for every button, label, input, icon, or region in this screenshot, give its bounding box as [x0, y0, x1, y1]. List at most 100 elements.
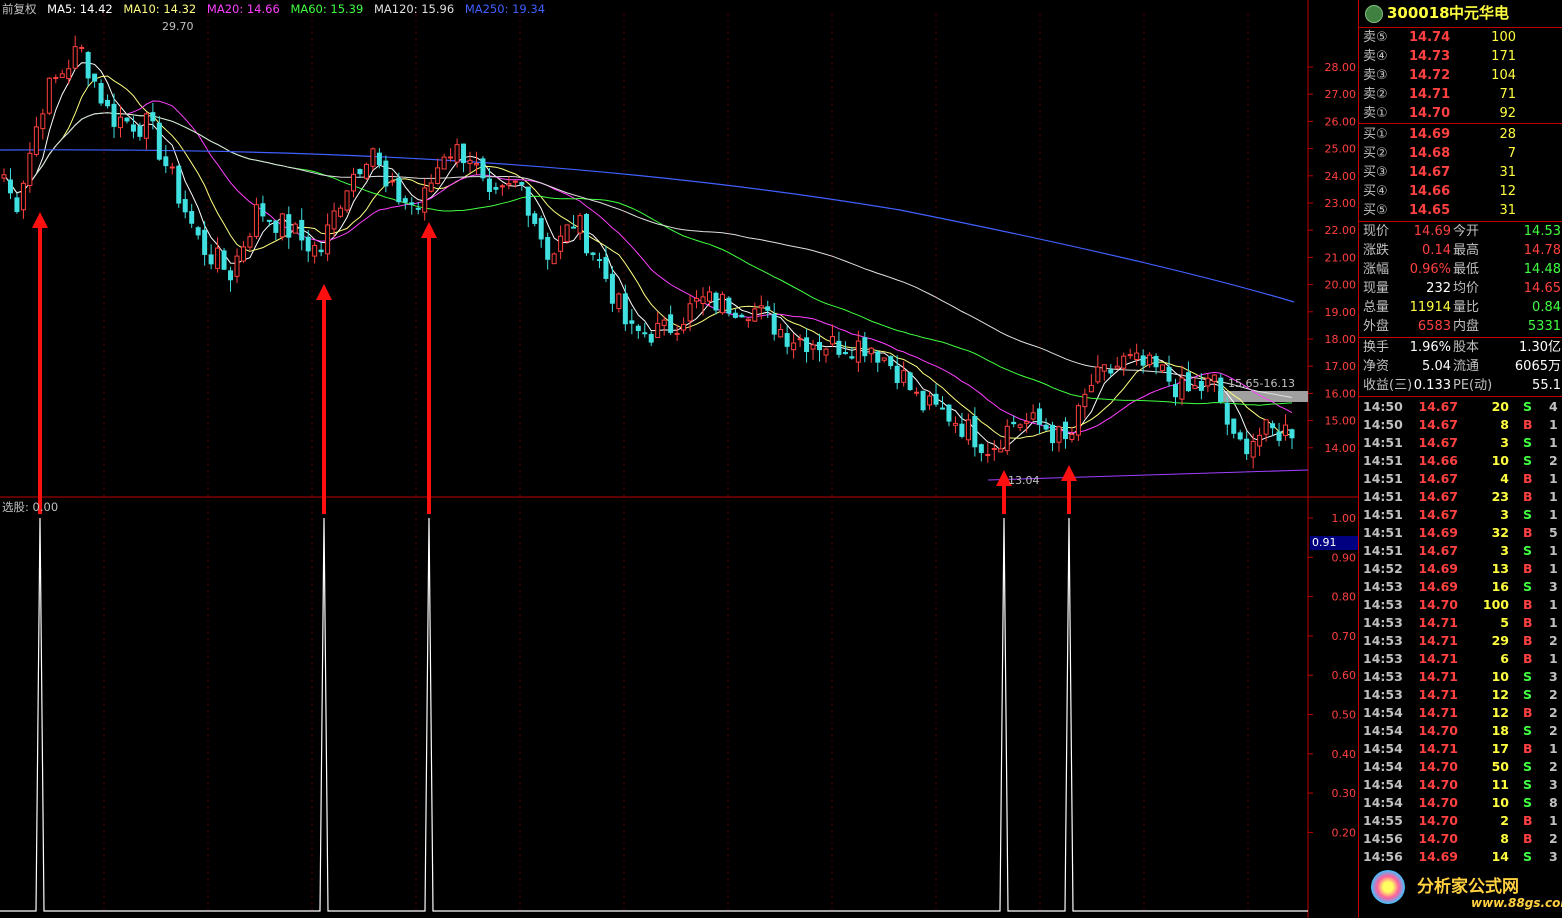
tick-time: 14:56 [1363, 831, 1403, 846]
signal-tick-label: 0.30 [1332, 787, 1357, 800]
stock-header[interactable]: 300018 中元华电 [1359, 0, 1562, 27]
adjust-label[interactable]: 前复权 [2, 2, 37, 16]
candle-body [603, 256, 609, 279]
ma5-line [3, 62, 1293, 451]
candle-body [1037, 408, 1043, 425]
candle-body [1224, 402, 1230, 425]
tick-side: S [1523, 669, 1533, 684]
tick-count: 1 [1549, 543, 1558, 558]
tick-side: S [1523, 687, 1533, 702]
stat-label: 总量 [1363, 300, 1390, 315]
candle-body [1250, 440, 1256, 458]
candle-body [590, 252, 596, 255]
candle-body [46, 77, 52, 114]
tick-row: 14:55 14.70 2 B 1 [1361, 812, 1560, 830]
candle-body [363, 163, 369, 179]
candle-body [338, 207, 344, 217]
candle-body [862, 337, 868, 357]
bid-price: 14.66 [1409, 184, 1451, 199]
candle-body [195, 227, 201, 236]
tick-time: 14:54 [1363, 741, 1403, 756]
bid-volume: 28 [1499, 127, 1516, 142]
tick-count: 1 [1549, 561, 1558, 576]
stat-row: 涨幅 0.96% 最低 14.48 [1361, 260, 1561, 279]
candle-body [823, 348, 829, 356]
stat-row: 换手 1.96% 股本 1.30亿 [1361, 338, 1561, 357]
tick-count: 5 [1549, 525, 1558, 540]
ma120-label: MA120: 15.96 [373, 2, 455, 16]
candlestick-chart[interactable]: 28.00 27.00 26.00 25.00 24.00 23.00 22.00 21.00… [0, 0, 1358, 918]
price-tick-label: 24.00 [1325, 170, 1357, 183]
stock-name: 中元华电 [1449, 4, 1510, 22]
candle-body [551, 253, 557, 265]
candle-body [836, 340, 842, 355]
bid-row: 买① 14.69 28 [1361, 125, 1560, 144]
tick-price: 14.71 [1418, 651, 1458, 666]
bid-label: 买③ [1363, 165, 1388, 180]
candle-body [1160, 364, 1166, 372]
signal-tick-label: 0.80 [1332, 591, 1357, 604]
tick-price: 14.70 [1418, 831, 1458, 846]
tick-side: S [1523, 399, 1533, 414]
stat-label: 股本 [1453, 340, 1480, 355]
tick-row: 14:54 14.71 12 B 2 [1361, 704, 1560, 722]
tick-side: S [1523, 759, 1533, 774]
candle-body [344, 190, 350, 211]
candle-body [428, 182, 434, 192]
tick-row: 14:53 14.71 29 B 2 [1361, 632, 1560, 650]
tick-price: 14.70 [1418, 597, 1458, 612]
candle-body [571, 226, 577, 229]
stat-value: 14.69 [1413, 224, 1451, 239]
stat-row: 现价 14.69 今开 14.53 [1361, 222, 1561, 241]
candle-body [189, 211, 195, 224]
candle-body [305, 236, 311, 252]
quote-panel: 300018 中元华电 卖⑤ 14.74 100 卖④ 14.73 171 卖③ 14.72 1… [1358, 0, 1562, 918]
candle-body [1276, 431, 1282, 441]
bid-price: 14.67 [1409, 165, 1451, 180]
candle-body [176, 165, 182, 204]
candle-body [1166, 366, 1172, 382]
candle-body [72, 46, 78, 69]
tick-count: 3 [1549, 579, 1558, 594]
candle-body [901, 370, 907, 383]
candle-body [325, 224, 331, 255]
tick-side: B [1523, 417, 1533, 432]
candle-body [1134, 352, 1140, 360]
tick-time: 14:53 [1363, 615, 1403, 630]
ask-volume: 104 [1491, 68, 1516, 83]
candle-body [817, 341, 823, 351]
tick-side: S [1523, 453, 1533, 468]
stat-value: 1.30亿 [1519, 340, 1561, 355]
tick-price: 14.67 [1418, 471, 1458, 486]
candle-body [1172, 384, 1178, 398]
stat-value: 6583 [1417, 319, 1451, 334]
candle-body [370, 148, 376, 167]
candle-body [266, 219, 272, 222]
tick-row: 14:54 14.70 18 S 2 [1361, 722, 1560, 740]
candle-body [1114, 365, 1120, 369]
candle-body [402, 198, 408, 203]
candle-body [752, 308, 758, 322]
signal-tick-label: 0.70 [1332, 630, 1357, 643]
tick-row: 14:51 14.67 3 S 1 [1361, 434, 1560, 452]
candle-body [208, 254, 214, 265]
candle-body [784, 333, 790, 347]
candle-body [240, 246, 246, 262]
stat-value: 232 [1426, 281, 1451, 296]
ma20-label: MA20: 14.66 [206, 2, 280, 16]
candle-body [1198, 380, 1204, 391]
tick-volume: 5 [1500, 615, 1509, 630]
candle-body [532, 213, 538, 224]
tick-count: 3 [1549, 669, 1558, 684]
tick-row: 14:54 14.70 50 S 2 [1361, 758, 1560, 776]
candle-body [648, 333, 654, 343]
candle-body [98, 83, 104, 104]
flower-logo-icon [1371, 870, 1405, 904]
tick-side: S [1523, 723, 1533, 738]
tick-time: 14:53 [1363, 687, 1403, 702]
candle-body [1095, 366, 1101, 383]
tick-count: 1 [1549, 417, 1558, 432]
candle-body [596, 259, 602, 262]
candle-body [40, 113, 46, 130]
stat-row: 总量 11914 量比 0.84 [1361, 298, 1561, 317]
